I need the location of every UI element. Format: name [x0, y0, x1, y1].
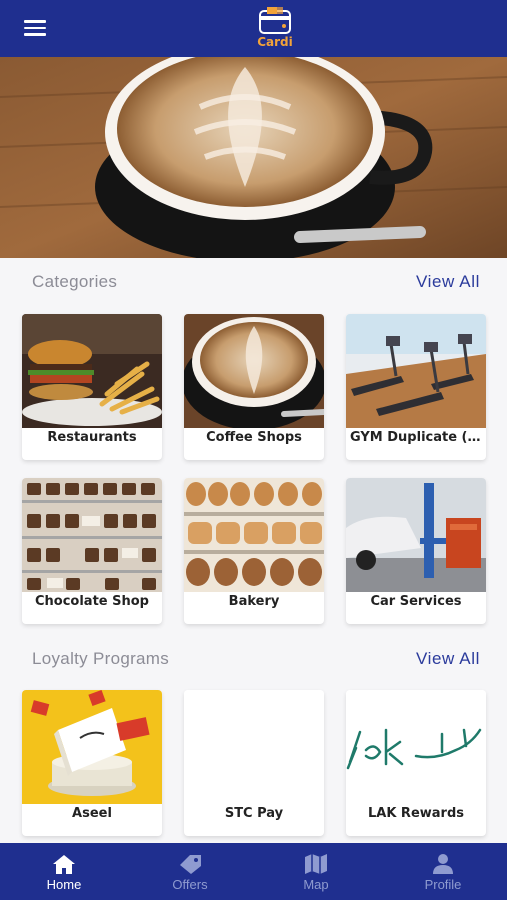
category-card-car-services[interactable]: Car Services	[346, 478, 486, 624]
lak-logo-image	[346, 690, 486, 804]
nav-profile[interactable]: Profile	[393, 843, 493, 900]
aseel-promo-image	[22, 690, 162, 804]
categories-view-all-link[interactable]: View All	[416, 272, 480, 292]
category-card-coffee-shops[interactable]: Coffee Shops	[184, 314, 324, 460]
category-label: Car Services	[370, 594, 462, 609]
category-card-bakery[interactable]: Bakery	[184, 478, 324, 624]
loyalty-label: STC Pay	[224, 806, 284, 821]
bottom-navigation: Home Offers Map Profile	[0, 843, 507, 900]
map-icon	[305, 854, 327, 874]
category-label: Chocolate Shop	[34, 594, 149, 609]
chocolates-image	[22, 478, 162, 592]
category-card-restaurants[interactable]: Restaurants	[22, 314, 162, 460]
loyalty-card-stc-pay[interactable]: STC Pay	[184, 690, 324, 836]
coffee-image	[184, 314, 324, 428]
loyalty-programs-title: Loyalty Programs	[32, 649, 170, 668]
loyalty-card-lak-rewards[interactable]: LAK Rewards	[346, 690, 486, 836]
hero-banner[interactable]	[0, 57, 507, 258]
loyalty-view-all-link[interactable]: View All	[416, 649, 480, 669]
nav-label: Home	[46, 877, 82, 892]
wallet-logo-icon	[259, 7, 291, 34]
home-icon	[53, 855, 75, 874]
tag-icon	[180, 855, 201, 874]
app-logo: Cardi	[250, 5, 300, 51]
logo-text: Cardi	[257, 35, 293, 49]
category-label: Coffee Shops	[206, 430, 302, 445]
loyalty-card-aseel[interactable]: Aseel	[22, 690, 162, 836]
coffee-cup-image	[0, 57, 507, 258]
nav-label: Offers	[172, 877, 208, 892]
car-garage-image	[346, 478, 486, 592]
menu-icon[interactable]	[24, 20, 46, 36]
categories-title: Categories	[32, 272, 118, 291]
gym-treadmills-image	[346, 314, 486, 428]
nav-offers[interactable]: Offers	[140, 843, 240, 900]
top-app-bar: Cardi	[0, 0, 507, 57]
nav-map[interactable]: Map	[266, 843, 366, 900]
loyalty-label: Aseel	[72, 806, 112, 821]
category-label: Bakery	[228, 594, 280, 609]
category-card-gym[interactable]: GYM Duplicate (d...	[346, 314, 486, 460]
category-card-chocolate-shop[interactable]: Chocolate Shop	[22, 478, 162, 624]
category-label: Restaurants	[47, 430, 137, 445]
loyalty-label: LAK Rewards	[367, 806, 464, 821]
user-icon	[433, 854, 453, 874]
nav-label: Map	[303, 877, 329, 892]
burger-image	[22, 314, 162, 428]
bread-shelves-image	[184, 478, 324, 592]
stc-pay-image	[184, 690, 324, 804]
category-label: GYM Duplicate (d...	[350, 430, 486, 445]
nav-home[interactable]: Home	[14, 843, 114, 900]
nav-label: Profile	[424, 877, 462, 892]
